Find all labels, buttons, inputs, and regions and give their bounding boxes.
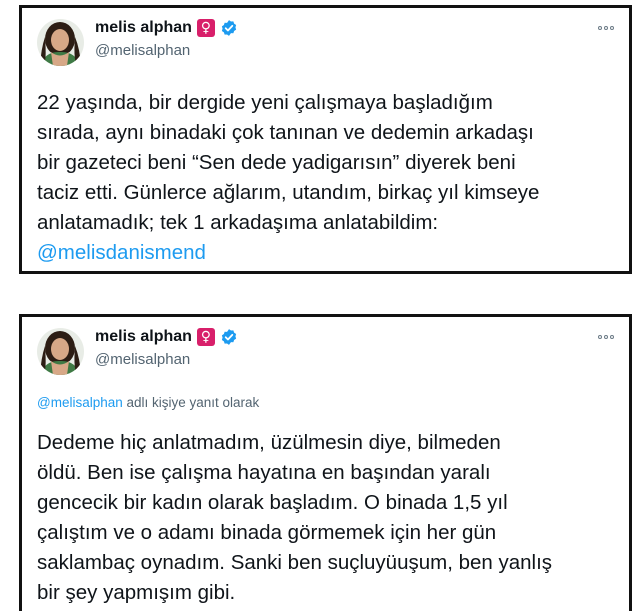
tweet-text: Dedeme hiç anlatmadım, üzülmesin diye, b…: [37, 428, 617, 608]
mention-link[interactable]: @melisdanismend: [37, 241, 206, 264]
avatar[interactable]: [37, 328, 84, 375]
tweet-text: 22 yaşında, bir dergide yeni çalışmaya b…: [37, 88, 617, 268]
more-options-icon[interactable]: [598, 335, 614, 339]
author-handle[interactable]: @melisalphan: [95, 351, 190, 368]
tweet-header: melis alphan ♀ @melisalphan: [22, 8, 629, 78]
reply-suffix: adlı kişiye yanıt olarak: [122, 395, 260, 410]
venus-badge-icon: ♀: [196, 19, 215, 37]
author-name[interactable]: melis alphan: [95, 19, 192, 37]
tweet-body: Dedeme hiç anlatmadım, üzülmesin diye, b…: [37, 431, 553, 604]
reply-to-link[interactable]: @melisalphan: [37, 395, 123, 410]
tweet-card-2: melis alphan ♀ @melisalphan @melisalphan…: [19, 314, 632, 611]
author-name[interactable]: melis alphan: [95, 328, 192, 346]
venus-badge-icon: ♀: [196, 328, 215, 346]
tweet-card-1: melis alphan ♀ @melisalphan 22 yaşında, …: [19, 5, 632, 274]
more-options-icon[interactable]: [598, 26, 614, 30]
verified-icon: [221, 20, 237, 36]
avatar[interactable]: [37, 19, 84, 66]
tweet-body: 22 yaşında, bir dergide yeni çalışmaya b…: [37, 91, 540, 234]
tweet-header: melis alphan ♀ @melisalphan: [22, 317, 629, 387]
author-handle[interactable]: @melisalphan: [95, 42, 190, 59]
reply-context: @melisalphan adlı kişiye yanıt olarak: [37, 395, 259, 410]
verified-icon: [221, 329, 237, 345]
